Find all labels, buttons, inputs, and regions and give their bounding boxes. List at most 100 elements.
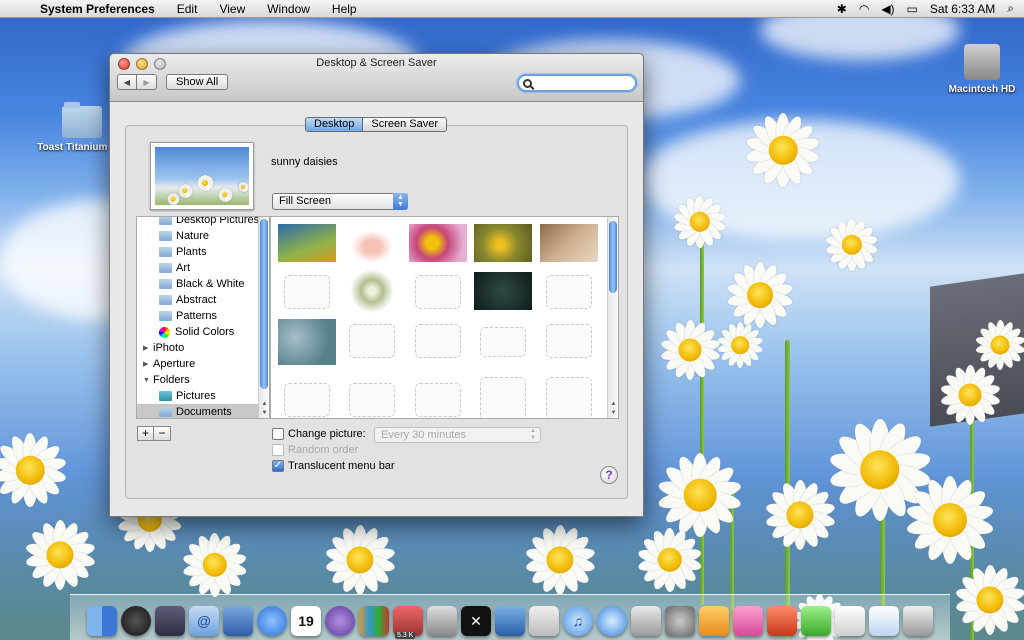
picture-placeholder[interactable] xyxy=(480,327,526,357)
trash-icon[interactable] xyxy=(903,606,933,636)
utilities-icon[interactable] xyxy=(427,606,457,636)
source-list-item[interactable]: Desktop Pictures xyxy=(137,217,260,228)
picture-placeholder[interactable] xyxy=(480,377,526,418)
menu-clock[interactable]: Sat 6:33 AM xyxy=(930,2,995,16)
source-list-item[interactable]: ▶ iPhoto xyxy=(137,340,260,356)
preview-icon[interactable] xyxy=(223,606,253,636)
picture-thumbnail[interactable] xyxy=(278,224,336,262)
ical-icon[interactable]: 19 xyxy=(291,606,321,636)
drawer-red-icon[interactable] xyxy=(767,606,797,636)
show-all-button[interactable]: Show All xyxy=(166,74,229,90)
drawer-orange-icon[interactable] xyxy=(699,606,729,636)
source-list-item[interactable]: Art xyxy=(137,260,260,276)
finder-icon[interactable] xyxy=(87,606,117,636)
picture-grid-scrollbar[interactable]: ▲ ▼ xyxy=(607,217,618,418)
ilife-icon[interactable] xyxy=(325,606,355,636)
iphoto-icon[interactable] xyxy=(495,606,525,636)
source-list-item[interactable]: Abstract xyxy=(137,292,260,308)
battery-icon[interactable]: ▭ xyxy=(907,2,918,16)
picture-grid-scroll-thumb[interactable] xyxy=(609,221,617,293)
picture-thumbnail[interactable] xyxy=(474,224,532,262)
color-wheel-icon xyxy=(159,326,170,338)
mail-icon[interactable]: @ xyxy=(189,606,219,636)
spaces-icon[interactable] xyxy=(155,606,185,636)
picture-thumbnail[interactable] xyxy=(278,319,336,365)
current-picture-well[interactable] xyxy=(150,142,254,210)
bluetooth-icon[interactable]: ✱ xyxy=(837,2,847,16)
spotlight-icon[interactable]: ⌕ xyxy=(1007,1,1014,16)
random-order-label: Random order xyxy=(288,444,359,456)
menu-help[interactable]: Help xyxy=(321,2,368,16)
fill-mode-value: Fill Screen xyxy=(279,195,331,207)
picture-thumbnail[interactable] xyxy=(343,269,401,313)
picture-placeholder[interactable] xyxy=(349,383,395,417)
menu-app-name[interactable]: System Preferences xyxy=(28,2,166,16)
safari-icon[interactable] xyxy=(597,606,627,636)
source-list-scroll-thumb[interactable] xyxy=(260,219,268,389)
daisy xyxy=(166,192,180,205)
ichat-icon[interactable] xyxy=(257,606,287,636)
terminal-icon[interactable]: ✕ xyxy=(461,606,491,636)
picture-grid: ▲ ▼ xyxy=(270,216,619,419)
help-button[interactable]: ? xyxy=(600,466,618,484)
itunes-icon[interactable]: ♫ xyxy=(563,606,593,636)
picture-placeholder[interactable] xyxy=(415,324,461,358)
download-monitor-icon[interactable]: 5.3 K xyxy=(393,606,423,639)
menu-view[interactable]: View xyxy=(208,2,256,16)
tab-screen-saver[interactable]: Screen Saver xyxy=(362,118,447,131)
picture-thumbnail[interactable] xyxy=(540,224,598,262)
iweb-icon[interactable] xyxy=(529,606,559,636)
translucent-menu-checkbox[interactable]: ✓ xyxy=(272,460,284,472)
window-titlebar[interactable]: Desktop & Screen Saver ◀ ▶ Show All xyxy=(110,54,643,102)
fill-mode-popup[interactable]: Fill Screen ▲ ▼ xyxy=(272,193,408,210)
desktop-icon-macintosh-hd[interactable]: Macintosh HD xyxy=(942,44,1022,95)
picture-thumbnail[interactable] xyxy=(343,224,401,262)
downloads-stack-icon[interactable] xyxy=(869,606,899,636)
picture-placeholder[interactable] xyxy=(284,383,330,417)
add-folder-button[interactable]: + xyxy=(137,426,154,441)
menu-window[interactable]: Window xyxy=(256,2,321,16)
documents-stack-icon[interactable] xyxy=(835,606,865,636)
picture-placeholder[interactable] xyxy=(284,275,330,309)
forward-button[interactable]: ▶ xyxy=(137,74,157,90)
source-list-item[interactable]: Solid Colors xyxy=(137,324,260,340)
source-list-scrollbar[interactable]: ▲ ▼ xyxy=(258,217,269,418)
dashboard-icon[interactable] xyxy=(121,606,151,636)
back-button[interactable]: ◀ xyxy=(117,74,137,90)
source-list-item[interactable]: Black & White xyxy=(137,276,260,292)
picture-placeholder[interactable] xyxy=(415,383,461,417)
drawer-green-icon[interactable] xyxy=(801,606,831,636)
source-list-item[interactable]: Patterns xyxy=(137,308,260,324)
scroll-arrows-icon[interactable]: ▲ ▼ xyxy=(259,400,269,418)
picture-thumbnail[interactable] xyxy=(409,224,467,262)
picture-thumbnail[interactable] xyxy=(474,272,532,310)
source-list-item[interactable]: Nature xyxy=(137,228,260,244)
source-list-item[interactable]: ▼ Folders xyxy=(137,372,260,388)
picture-placeholder[interactable] xyxy=(546,324,592,358)
interval-popup[interactable]: Every 30 minutes ▲ ▼ xyxy=(374,427,541,443)
volume-icon[interactable]: ◀) xyxy=(881,2,894,16)
search-input[interactable] xyxy=(537,77,627,89)
source-list-item[interactable]: ▶ Aperture xyxy=(137,356,260,372)
source-list-item[interactable]: Documents xyxy=(137,404,260,418)
tab-desktop[interactable]: Desktop xyxy=(306,118,363,131)
drawer-pink-icon[interactable] xyxy=(733,606,763,636)
menu-edit[interactable]: Edit xyxy=(166,2,209,16)
source-list-label: Folders xyxy=(153,374,190,386)
picture-placeholder[interactable] xyxy=(546,275,592,309)
books-icon[interactable] xyxy=(359,606,389,636)
random-order-checkbox[interactable] xyxy=(272,444,284,456)
source-list-item[interactable]: Plants xyxy=(137,244,260,260)
change-picture-checkbox[interactable] xyxy=(272,428,284,440)
photo-booth-icon[interactable] xyxy=(631,606,661,636)
search-field[interactable] xyxy=(517,74,637,92)
wifi-icon[interactable]: ◠ xyxy=(859,2,869,16)
scroll-arrows-icon[interactable]: ▲ ▼ xyxy=(608,400,618,418)
remove-folder-button[interactable]: − xyxy=(154,426,171,441)
system-preferences-icon[interactable] xyxy=(665,606,695,636)
status-menus: ✱ ◠ ◀) ▭ Sat 6:33 AM ⌕ xyxy=(837,1,1024,16)
picture-placeholder[interactable] xyxy=(349,324,395,358)
picture-placeholder[interactable] xyxy=(415,275,461,309)
source-list-item[interactable]: Pictures xyxy=(137,388,260,404)
picture-placeholder[interactable] xyxy=(546,377,592,418)
